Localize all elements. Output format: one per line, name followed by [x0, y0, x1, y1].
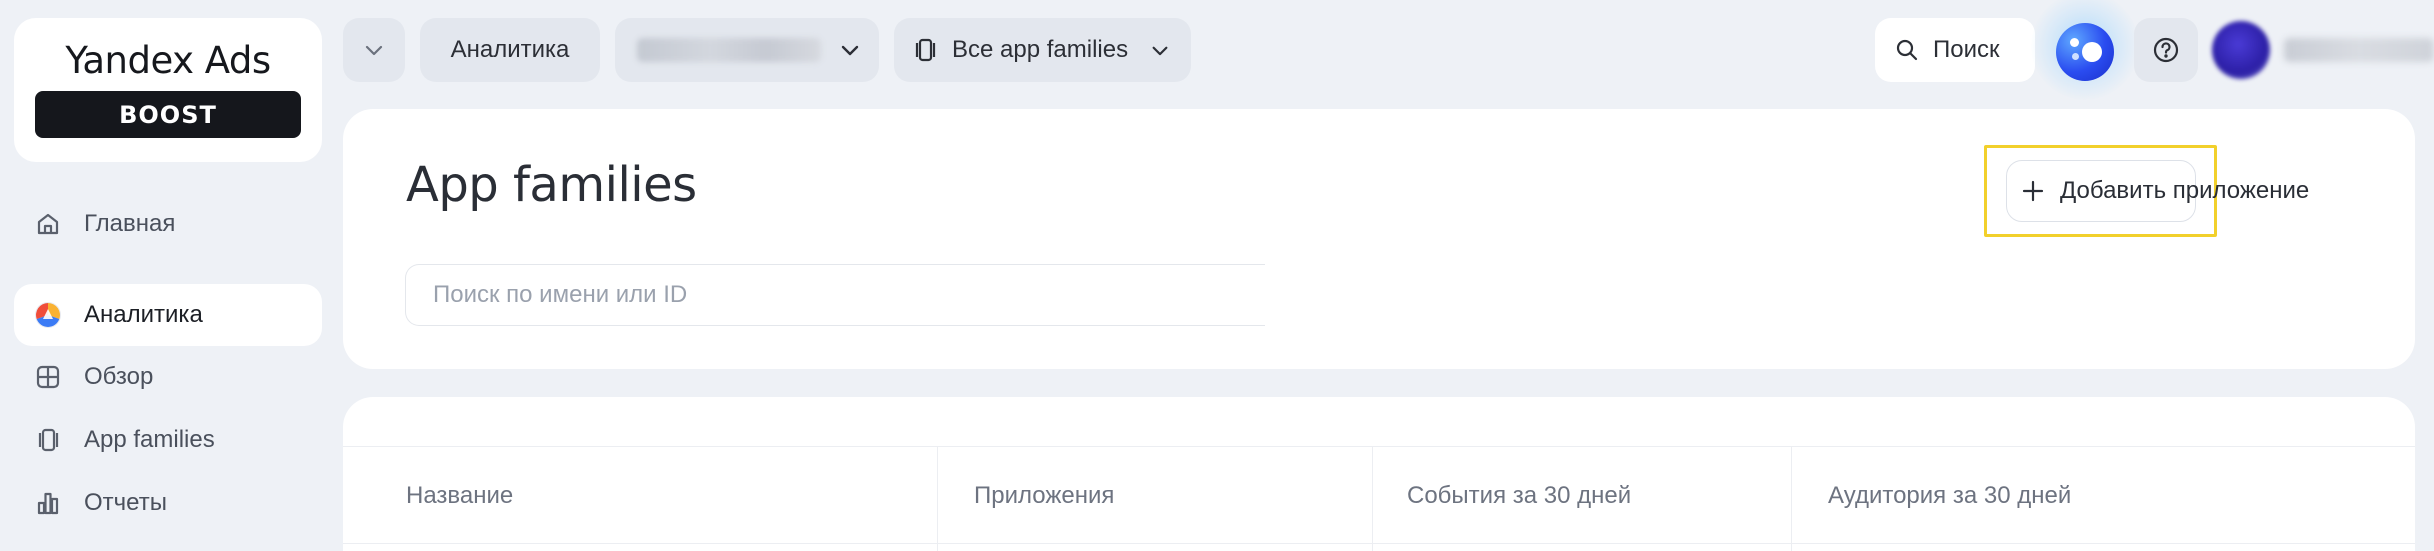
ai-orb-dot — [2070, 38, 2079, 47]
app-families-icon — [915, 38, 936, 62]
column-header-name[interactable]: Название — [406, 447, 513, 545]
column-header-audience-30d[interactable]: Аудитория за 30 дней — [1828, 447, 2071, 545]
grid-icon — [34, 363, 62, 391]
app-family-search-input[interactable] — [405, 264, 1265, 326]
analytics-breadcrumb-label: Аналитика — [450, 36, 570, 63]
sidebar-item-label: Аналитика — [84, 301, 203, 328]
logo-badge: BOOST — [35, 91, 301, 138]
sidebar-item-label: Обзор — [84, 363, 154, 390]
help-button[interactable] — [2134, 18, 2198, 82]
column-header-apps[interactable]: Приложения — [974, 447, 1114, 545]
app-families-table: Название Приложения События за 30 дней А… — [343, 397, 2415, 551]
sidebar-item-label: Главная — [84, 210, 176, 237]
add-app-button-label: Добавить приложение — [2060, 177, 2310, 204]
column-divider — [1372, 447, 1373, 551]
app-families-icon — [34, 426, 62, 454]
collapse-button[interactable] — [343, 18, 405, 82]
column-divider — [1791, 447, 1792, 551]
table-header: Название Приложения События за 30 дней А… — [343, 446, 2415, 551]
reports-chart-icon — [34, 489, 62, 517]
logo-card[interactable]: Yandex Ads BOOST — [14, 18, 322, 162]
sidebar-item-analytics[interactable]: Аналитика — [14, 284, 322, 346]
chevron-down-icon — [1152, 46, 1168, 55]
app-families-select-label: Все app families — [952, 36, 1129, 63]
ai-orb-dot — [2082, 42, 2102, 62]
global-search-label: Поиск — [1933, 36, 2000, 63]
page-title: App families — [406, 157, 697, 213]
user-name-redacted — [2284, 38, 2434, 62]
sidebar-item-reports[interactable]: Отчеты — [14, 472, 322, 534]
home-icon — [34, 210, 62, 238]
avatar[interactable] — [2212, 21, 2270, 79]
sidebar-item-overview[interactable]: Обзор — [14, 346, 322, 408]
help-icon — [2153, 37, 2179, 63]
user-menu[interactable] — [2212, 18, 2434, 82]
analytics-logo-icon — [34, 301, 62, 329]
ai-orb-dot — [2072, 53, 2079, 60]
chevron-down-icon — [841, 45, 859, 56]
search-icon — [1896, 39, 1918, 61]
company-name-redacted — [637, 38, 821, 62]
add-app-button[interactable]: Добавить приложение — [2006, 160, 2309, 222]
analytics-breadcrumb[interactable]: Аналитика — [420, 18, 600, 82]
ai-assistant-icon[interactable] — [2056, 23, 2114, 81]
sidebar-item-app-families[interactable]: App families — [14, 409, 322, 471]
page-header-card: App families Добавить приложение — [343, 109, 2415, 369]
column-header-events-30d[interactable]: События за 30 дней — [1407, 447, 1631, 545]
chevron-down-icon — [365, 45, 383, 56]
global-search-button[interactable]: Поиск — [1875, 18, 2035, 82]
logo-title: Yandex Ads — [65, 39, 271, 82]
sidebar-item-home[interactable]: Главная — [14, 193, 322, 255]
sidebar-item-label: Отчеты — [84, 489, 167, 516]
column-divider — [937, 447, 938, 551]
app-families-select[interactable]: Все app families — [894, 18, 1191, 82]
company-select[interactable] — [615, 18, 879, 82]
sidebar-item-label: App families — [84, 426, 215, 453]
plus-icon — [2022, 180, 2044, 202]
